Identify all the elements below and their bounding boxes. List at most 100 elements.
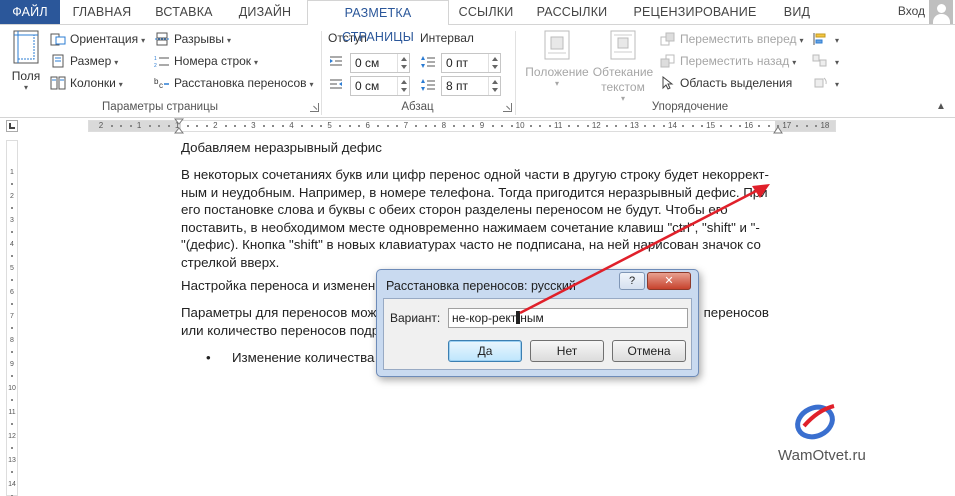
ruler-tick [815, 125, 818, 127]
align-button[interactable]: ▾ [812, 29, 839, 49]
vertical-ruler-number: 6 [10, 289, 14, 296]
help-button[interactable]: ? [619, 272, 645, 290]
orientation-icon [50, 33, 66, 46]
vertical-ruler[interactable]: 1 2 3 4 5 6 7 8 9 10 11 12 13 14 [6, 140, 18, 496]
vertical-ruler-number: 4 [10, 241, 14, 248]
send-backward-label: Переместить назад [680, 54, 790, 68]
variant-value-before: не-кор-рект [452, 311, 517, 325]
tab-page-layout[interactable]: РАЗМЕТКА СТРАНИЦЫ [307, 0, 449, 44]
hyphenation-label: Расстановка переносов [174, 76, 307, 90]
paragraph-line: поставить, в необходимом месте одновреме… [181, 219, 760, 235]
spinner-arrows-icon[interactable] [397, 54, 409, 72]
ruler-number: 17 [782, 121, 792, 130]
line-numbers-button[interactable]: 1 2 Номера строк ▾ [154, 51, 258, 71]
tab-insert[interactable]: ВСТАВКА [146, 0, 222, 24]
ruler-tick [320, 125, 323, 127]
spacing-before-input[interactable]: 0 пт [441, 53, 501, 73]
ruler-tick [358, 125, 361, 127]
margins-button[interactable]: Поля ▾ [6, 29, 46, 92]
ruler-tick [662, 125, 665, 127]
wrap-text-button[interactable]: Обтекание текстом ▾ [590, 29, 656, 103]
hyphenation-button[interactable]: b c Расстановка переносов ▾ [154, 73, 314, 93]
line-numbers-icon: 12 [154, 56, 169, 68]
cancel-button[interactable]: Отмена [612, 340, 686, 362]
ruler-number: 8 [441, 121, 447, 130]
close-button[interactable]: ✕ [647, 272, 691, 290]
spinner-arrows-icon[interactable] [488, 54, 500, 72]
indent-marker-icon[interactable] [174, 118, 184, 134]
vertical-ruler-number: 9 [10, 361, 14, 368]
orientation-button[interactable]: Ориентация ▾ [50, 29, 145, 49]
vertical-ruler-number: 7 [10, 313, 14, 320]
variant-label: Вариант: [390, 311, 441, 325]
paragraph-line: ным и неудобным. Например, в номере теле… [181, 184, 768, 200]
spacing-after-input[interactable]: 8 пт [441, 76, 501, 96]
horizontal-ruler[interactable]: 2 1 1 2 3 4 5 6 7 8 9 10 11 12 13 14 15 16 17 18 [88, 120, 836, 132]
spinner-arrows-icon[interactable] [397, 77, 409, 95]
position-button[interactable]: Положение ▾ [522, 29, 592, 88]
tab-view[interactable]: ВИД [770, 0, 824, 24]
margins-icon [13, 30, 39, 64]
ruler-tick [386, 125, 389, 127]
page-setup-launcher-icon[interactable] [310, 103, 319, 112]
tab-references[interactable]: ССЫЛКИ [452, 0, 520, 24]
ruler-row: 2 1 1 2 3 4 5 6 7 8 9 10 11 12 13 14 15 16 17 18 [0, 118, 955, 134]
chevron-down-icon: ▾ [799, 36, 804, 45]
ruler-tick [472, 125, 475, 127]
right-indent-marker-icon[interactable] [773, 122, 783, 134]
paragraph-line: Параметры для переносов мож [181, 305, 377, 320]
variant-input[interactable]: не-кор-рект ным [448, 308, 688, 328]
tab-review[interactable]: РЕЦЕНЗИРОВАНИЕ [624, 0, 766, 24]
ruler-number: 5 [327, 121, 332, 130]
no-button[interactable]: Нет [530, 340, 604, 362]
avatar[interactable] [929, 0, 953, 24]
columns-label: Колонки [70, 76, 116, 90]
send-backward-button[interactable]: Переместить назад ▾ [660, 51, 796, 71]
indent-left-input[interactable]: 0 см [350, 53, 410, 73]
ruler-number: 3 [251, 121, 256, 130]
ruler-tick [491, 125, 494, 127]
group-separator [321, 31, 322, 115]
breaks-button[interactable]: Разрывы ▾ [154, 29, 231, 49]
columns-button[interactable]: Колонки ▾ [50, 73, 123, 93]
ruler-tick [243, 125, 246, 127]
group-objects-button[interactable]: ▾ [812, 51, 839, 71]
collapse-ribbon-icon[interactable]: ▲ [936, 101, 946, 112]
ruler-tick [196, 125, 199, 127]
vertical-ruler-number: 10 [8, 385, 16, 392]
chevron-down-icon: ▾ [835, 80, 840, 89]
ribbon-tabs: ФАЙЛ ГЛАВНАЯ ВСТАВКА ДИЗАЙН РАЗМЕТКА СТР… [0, 0, 955, 44]
group-objects-icon [812, 54, 827, 67]
ruler-tick [758, 125, 761, 127]
yes-button[interactable]: Да [448, 340, 522, 362]
dialog-title: Расстановка переносов: русский [386, 279, 576, 293]
chevron-down-icon: ▾ [23, 83, 28, 92]
tab-mailings[interactable]: РАССЫЛКИ [524, 0, 620, 24]
vertical-ruler-tick [11, 399, 13, 401]
vertical-ruler-number: 1 [10, 169, 14, 176]
sign-in-link[interactable]: Вход [898, 0, 925, 22]
ruler-tick [615, 125, 618, 127]
indent-right-input[interactable]: 0 см [350, 76, 410, 96]
ribbon: Поля ▾ Ориентация ▾ Размер ▾ Колонки ▾ Разр… [0, 24, 955, 118]
tab-design[interactable]: ДИЗАЙН [226, 0, 304, 24]
watermark-logo-icon [795, 404, 835, 440]
selection-pane-button[interactable]: Область выделения [660, 73, 792, 93]
rotate-button[interactable]: ▾ [812, 73, 839, 93]
tab-file[interactable]: ФАЙЛ [0, 0, 60, 24]
vertical-ruler-tick [11, 447, 13, 449]
vertical-ruler-tick [11, 207, 13, 209]
vertical-ruler-number: 11 [8, 409, 16, 416]
wrap-text-label: Обтекание текстом [592, 65, 654, 94]
bring-forward-button[interactable]: Переместить вперед ▾ [660, 29, 804, 49]
paragraph-launcher-icon[interactable] [503, 103, 512, 112]
vertical-ruler-number: 5 [10, 265, 14, 272]
tab-home[interactable]: ГЛАВНАЯ [62, 0, 142, 24]
size-button[interactable]: Размер ▾ [50, 51, 118, 71]
tab-selector-icon[interactable] [6, 120, 18, 132]
ruler-tick [605, 125, 608, 127]
spinner-arrows-icon[interactable] [488, 77, 500, 95]
paragraph-line: его постановке слова и буквы с обеих сто… [181, 202, 728, 217]
indent-right-icon [330, 79, 342, 89]
vertical-ruler-number: 13 [8, 457, 16, 464]
